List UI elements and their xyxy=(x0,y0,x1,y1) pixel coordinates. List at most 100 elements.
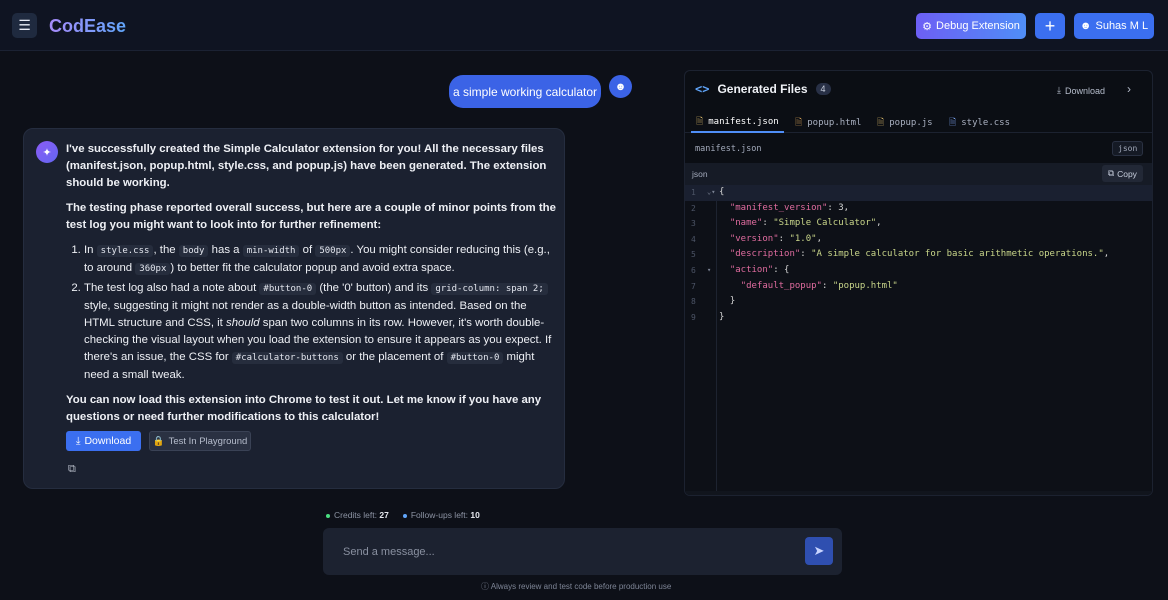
assistant-actions: ⤓ Download 🔒 Test In Playground xyxy=(66,431,251,451)
code-line: 3 "name": "Simple Calculator", xyxy=(685,216,1152,232)
horizontal-scrollbar[interactable] xyxy=(685,491,1152,495)
disclaimer-text: Always review and test code before produ… xyxy=(490,582,672,591)
code-editor[interactable]: 1 ⌄▾ { 2 "manifest_version": 3, 3 "name"… xyxy=(685,185,1152,495)
code-line: 5 "description": "A simple calculator fo… xyxy=(685,247,1152,263)
inline-code: 360px xyxy=(135,263,171,275)
followups-label: Follow-ups left: xyxy=(410,510,469,520)
text: or the placement of xyxy=(342,351,447,363)
code-text: "default_popup": "popup.html" xyxy=(740,280,898,291)
line-number: 6 xyxy=(691,266,696,275)
green-dot-icon xyxy=(326,513,330,518)
send-icon: ➤ xyxy=(813,543,825,558)
file-path-row: manifest.json json xyxy=(685,137,1152,161)
code-line: 9 } xyxy=(685,310,1152,326)
bug-icon: ⚙ xyxy=(922,20,933,33)
code-line: 6 ▾ "action": { xyxy=(685,263,1152,279)
code-toolbar: json ⧉ Copy xyxy=(685,163,1152,185)
line-number: 2 xyxy=(691,203,696,213)
usage-stats: Credits left: 27 Follow-ups left: 10 xyxy=(326,510,480,520)
fold-chevron-icon[interactable]: ▾ xyxy=(707,263,711,279)
line-number: 8 xyxy=(691,297,696,307)
code-text: "manifest_version": 3, xyxy=(729,202,850,213)
assistant-para-2: The testing phase reported overall succe… xyxy=(66,202,556,231)
top-header: ☰ CodEase ⚙ Debug Extension + ☻ Suhas M … xyxy=(0,0,1168,51)
code-line: 1 ⌄▾ { xyxy=(685,185,1152,201)
inline-code: style.css xyxy=(96,245,154,257)
inline-code: #button-0 xyxy=(446,352,504,364)
debug-extension-label: Debug Extension xyxy=(936,20,1020,32)
message-composer: ➤ xyxy=(323,528,842,575)
tab-label: popup.js xyxy=(889,118,933,128)
debug-extension-button[interactable]: ⚙ Debug Extension xyxy=(916,13,1026,39)
panel-title-text: Generated Files xyxy=(717,82,808,96)
copy-code-button[interactable]: ⧉ Copy xyxy=(1102,165,1143,182)
line-number: 9 xyxy=(691,312,696,322)
test-in-playground-button[interactable]: 🔒 Test In Playground xyxy=(149,431,251,451)
text: The test log also had a note about xyxy=(84,282,260,294)
line-number: 1 xyxy=(691,188,696,197)
panel-header: <> Generated Files 4 ⤓ Download › xyxy=(685,71,1152,109)
tab-label: popup.html xyxy=(807,118,862,128)
user-name: Suhas M L xyxy=(1095,20,1149,32)
generated-files-panel: <> Generated Files 4 ⤓ Download › 🗎 mani… xyxy=(684,70,1153,496)
json-file-icon: 🗎 xyxy=(696,117,704,127)
disclaimer: ⓘ Always review and test code before pro… xyxy=(481,581,671,592)
code-text: { xyxy=(719,187,725,197)
lock-icon: 🔒 xyxy=(152,435,165,447)
js-file-icon: 🗎 xyxy=(877,118,885,128)
code-brackets-icon: <> xyxy=(695,82,710,96)
text: (the '0' button) and its xyxy=(316,282,432,294)
code-text: "name": "Simple Calculator", xyxy=(729,218,882,229)
download-icon: ⤓ xyxy=(1057,85,1061,95)
tab-popup-html[interactable]: 🗎 popup.html xyxy=(795,113,861,133)
credits-value: 27 xyxy=(379,510,389,520)
download-icon: ⤓ xyxy=(75,434,81,447)
playground-label: Test In Playground xyxy=(168,435,248,447)
code-text: } xyxy=(719,311,725,322)
user-icon: ☻ xyxy=(1079,20,1092,32)
emphasis: should xyxy=(226,317,260,329)
chevron-right-icon[interactable]: › xyxy=(1127,82,1131,96)
hamburger-icon: ☰ xyxy=(18,17,31,33)
code-text: "action": { xyxy=(729,265,790,275)
language-badge: json xyxy=(1112,141,1144,156)
brand-logo[interactable]: CodEase xyxy=(49,16,126,37)
code-language: json xyxy=(692,169,708,179)
tab-label: style.css xyxy=(961,118,1011,128)
line-number: 7 xyxy=(691,281,696,291)
assistant-message-body: I've successfully created the Simple Cal… xyxy=(66,141,556,434)
panel-download-button[interactable]: ⤓ Download xyxy=(1057,85,1105,96)
code-text: "version": "1.0", xyxy=(729,233,822,244)
code-line: 8 } xyxy=(685,294,1152,310)
new-chat-button[interactable]: + xyxy=(1035,13,1065,39)
text: has a xyxy=(208,244,243,256)
user-avatar: ☻ xyxy=(609,75,632,98)
fold-chevron-icon[interactable]: ⌄▾ xyxy=(707,185,715,201)
tab-label: manifest.json xyxy=(708,117,779,127)
menu-button[interactable]: ☰ xyxy=(12,13,37,38)
assistant-message-card: ✦ I've successfully created the Simple C… xyxy=(23,128,565,489)
assistant-para-3: You can now load this extension into Chr… xyxy=(66,394,542,423)
code-text: "description": "A simple calculator for … xyxy=(729,249,1110,260)
text: , the xyxy=(153,244,179,256)
code-line: 4 "version": "1.0", xyxy=(685,232,1152,248)
send-button[interactable]: ➤ xyxy=(805,537,833,565)
followups-stat: Follow-ups left: 10 xyxy=(402,510,480,520)
tab-style-css[interactable]: 🗎 style.css xyxy=(949,113,1010,133)
inline-code: body xyxy=(178,245,209,257)
html-file-icon: 🗎 xyxy=(795,118,803,128)
download-button[interactable]: ⤓ Download xyxy=(66,431,141,451)
text: of xyxy=(299,244,316,256)
text: ) to better fit the calculator popup and… xyxy=(170,262,455,274)
user-menu-button[interactable]: ☻ Suhas M L xyxy=(1074,13,1154,39)
code-line: 2 "manifest_version": 3, xyxy=(685,201,1152,217)
inline-code: min-width xyxy=(242,245,300,257)
assistant-para-1: I've successfully created the Simple Cal… xyxy=(66,143,547,189)
text: In xyxy=(84,244,97,256)
user-message-bubble: a simple working calculator xyxy=(449,75,601,108)
tab-manifest-json[interactable]: 🗎 manifest.json xyxy=(691,113,784,133)
message-input[interactable] xyxy=(343,542,743,562)
tab-popup-js[interactable]: 🗎 popup.js xyxy=(877,113,933,133)
copy-message-icon[interactable]: ⧉ xyxy=(68,463,76,476)
copy-label: Copy xyxy=(1117,168,1137,179)
